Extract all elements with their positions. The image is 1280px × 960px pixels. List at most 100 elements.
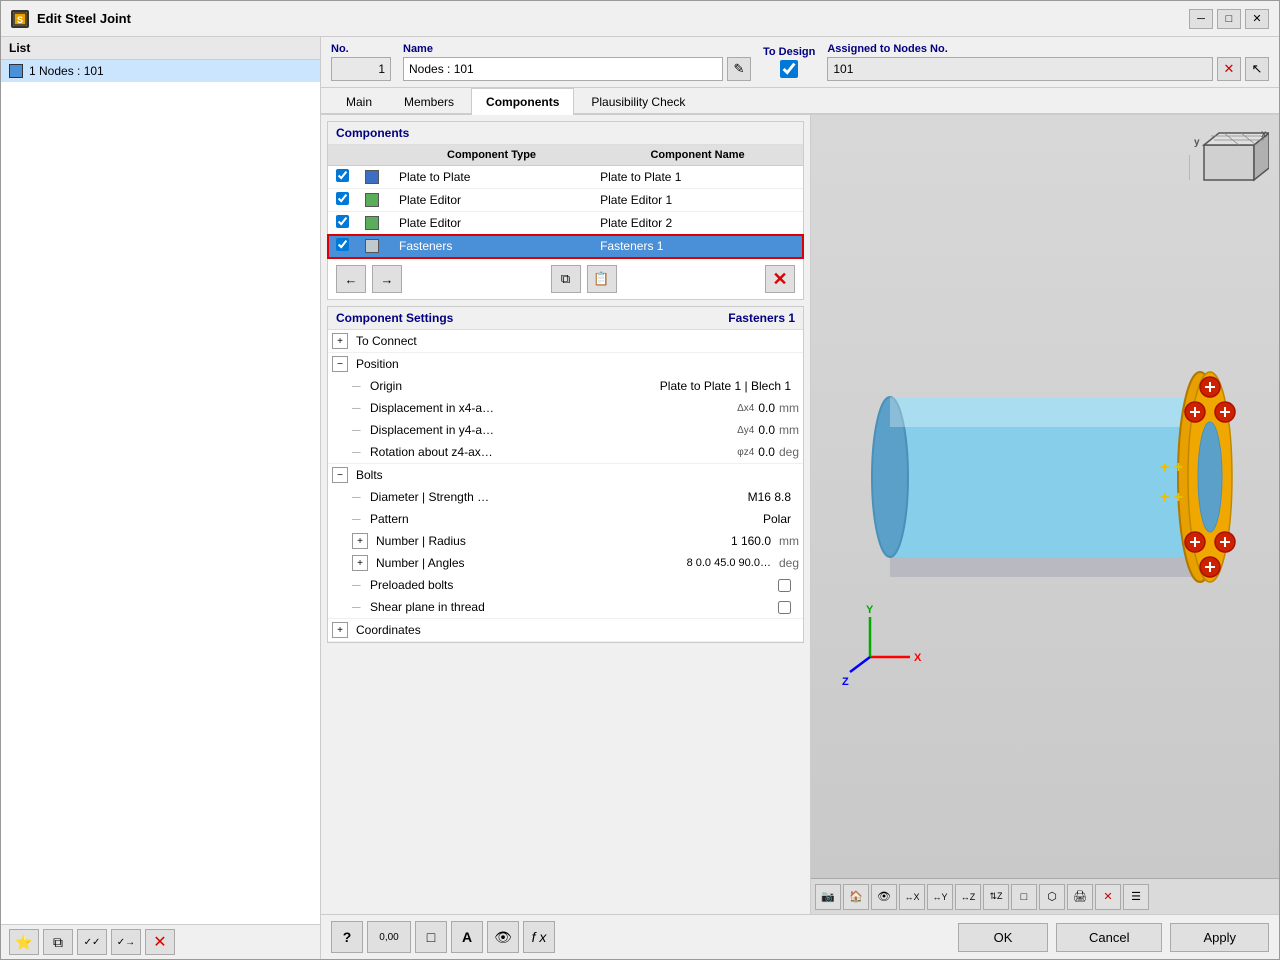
table-row[interactable]: Plate Editor Plate Editor 2 bbox=[328, 212, 803, 235]
list-item[interactable]: 1 Nodes : 101 bbox=[1, 60, 320, 82]
move-left-button[interactable]: ← bbox=[336, 265, 366, 293]
help-button[interactable]: ? bbox=[331, 921, 363, 953]
bottom-left: ? 0,00 □ A 👁 f x bbox=[331, 921, 555, 953]
row1-checkbox[interactable] bbox=[336, 169, 349, 182]
bottom-bar: ? 0,00 □ A 👁 f x OK Cancel Apply bbox=[321, 914, 1279, 959]
number-radius-toggle[interactable]: + bbox=[352, 533, 368, 549]
tab-plausibility[interactable]: Plausibility Check bbox=[576, 88, 700, 115]
settings-header: Component Settings Fasteners 1 bbox=[328, 307, 803, 330]
vp-btn-8[interactable]: □ bbox=[1011, 884, 1037, 910]
bolts-row[interactable]: − Bolts bbox=[328, 464, 803, 486]
name-field[interactable] bbox=[403, 57, 723, 81]
to-connect-row[interactable]: + To Connect bbox=[328, 330, 803, 352]
no-field[interactable] bbox=[331, 57, 391, 81]
table-row[interactable]: Plate to Plate Plate to Plate 1 bbox=[328, 166, 803, 189]
assigned-field[interactable] bbox=[827, 57, 1213, 81]
preloaded-checkbox[interactable] bbox=[778, 579, 791, 592]
col-name-header: Component Name bbox=[592, 145, 803, 166]
vp-btn-7[interactable]: ⇅Z bbox=[983, 884, 1009, 910]
disp-x-symbol: Δx4 bbox=[737, 403, 754, 414]
position-toggle[interactable]: − bbox=[332, 356, 348, 372]
preloaded-label: Preloaded bolts bbox=[366, 578, 778, 592]
number-angles-toggle[interactable]: + bbox=[352, 555, 368, 571]
row3-type: Plate Editor bbox=[391, 212, 592, 235]
pick-node-button[interactable]: ↖ bbox=[1245, 57, 1269, 81]
svg-text:+ +: + + bbox=[1160, 489, 1183, 506]
form-row: No. Name ✎ To Design Assigned to Nodes N… bbox=[321, 37, 1279, 88]
text-button[interactable]: A bbox=[451, 921, 483, 953]
add-item-button[interactable]: ⭐ bbox=[9, 929, 39, 955]
save-comp-button[interactable]: 📋 bbox=[587, 265, 617, 293]
ok-button[interactable]: OK bbox=[958, 923, 1048, 952]
minimize-button[interactable]: ─ bbox=[1189, 9, 1213, 29]
vp-btn-9[interactable]: ⬡ bbox=[1039, 884, 1065, 910]
row2-checkbox[interactable] bbox=[336, 192, 349, 205]
coordinates-row[interactable]: + Coordinates bbox=[328, 619, 803, 641]
number-radius-value: 1 160.0 bbox=[731, 534, 775, 548]
shear-plane-checkbox[interactable] bbox=[778, 601, 791, 614]
col-type-header: Component Type bbox=[391, 145, 592, 166]
row3-checkbox[interactable] bbox=[336, 215, 349, 228]
to-design-checkbox[interactable] bbox=[780, 60, 798, 78]
table-row[interactable]: Fasteners Fasteners 1 bbox=[328, 235, 803, 258]
disp-x-label: Displacement in x4-a… bbox=[366, 401, 733, 415]
tab-members[interactable]: Members bbox=[389, 88, 469, 115]
vp-btn-4[interactable]: ↔X bbox=[899, 884, 925, 910]
number-angles-row[interactable]: + Number | Angles 8 0.0 45.0 90.0… deg bbox=[328, 552, 803, 574]
number-radius-row[interactable]: + Number | Radius 1 160.0 mm bbox=[328, 530, 803, 552]
number-radius-label: Number | Radius bbox=[372, 534, 731, 548]
delete-item-button[interactable]: ✕ bbox=[145, 929, 175, 955]
vp-btn-11[interactable]: ✕ bbox=[1095, 884, 1121, 910]
number-angles-value: 8 0.0 45.0 90.0… bbox=[687, 557, 775, 569]
row1-type: Plate to Plate bbox=[391, 166, 592, 189]
vp-btn-10[interactable]: 🖨 bbox=[1067, 884, 1093, 910]
square-button[interactable]: □ bbox=[415, 921, 447, 953]
maximize-button[interactable]: □ bbox=[1217, 9, 1241, 29]
list-item-color bbox=[9, 64, 23, 78]
apply-button[interactable]: Apply bbox=[1170, 923, 1269, 952]
settings-tree: + To Connect − Position bbox=[328, 330, 803, 642]
disp-y-symbol: Δy4 bbox=[737, 425, 754, 436]
vp-btn-1[interactable]: 📷 bbox=[815, 884, 841, 910]
tab-components[interactable]: Components bbox=[471, 88, 574, 115]
eye-button[interactable]: 👁 bbox=[487, 921, 519, 953]
to-connect-toggle[interactable]: + bbox=[332, 333, 348, 349]
num-button[interactable]: 0,00 bbox=[367, 921, 411, 953]
cancel-button[interactable]: Cancel bbox=[1056, 923, 1162, 952]
vp-btn-3[interactable]: 👁 bbox=[871, 884, 897, 910]
to-connect-label: To Connect bbox=[352, 334, 799, 348]
coordinates-toggle[interactable]: + bbox=[332, 622, 348, 638]
copy-item-button[interactable]: ⧉ bbox=[43, 929, 73, 955]
fx-button[interactable]: f x bbox=[523, 921, 555, 953]
vp-btn-12[interactable]: ☰ bbox=[1123, 884, 1149, 910]
disp-y-value: 0.0 bbox=[758, 423, 775, 437]
svg-text:y: y bbox=[1194, 137, 1200, 148]
position-row[interactable]: − Position bbox=[328, 353, 803, 375]
preloaded-row: ─ Preloaded bolts bbox=[328, 574, 803, 596]
row4-checkbox[interactable] bbox=[336, 238, 349, 251]
delete-comp-button[interactable]: ✕ bbox=[765, 265, 795, 293]
tab-main[interactable]: Main bbox=[331, 88, 387, 115]
pattern-row: ─ Pattern Polar bbox=[328, 508, 803, 530]
vp-btn-6[interactable]: ↔Z bbox=[955, 884, 981, 910]
cube-nav[interactable]: y x bbox=[1189, 125, 1269, 205]
copy-comp-button[interactable]: ⧉ bbox=[551, 265, 581, 293]
right-area: No. Name ✎ To Design Assigned to Nodes N… bbox=[321, 37, 1279, 959]
diameter-value: M16 8.8 bbox=[748, 490, 799, 504]
close-button[interactable]: ✕ bbox=[1245, 9, 1269, 29]
check-arrow-button[interactable]: ✓→ bbox=[111, 929, 141, 955]
edit-name-button[interactable]: ✎ bbox=[727, 57, 751, 81]
shear-plane-row: ─ Shear plane in thread bbox=[328, 596, 803, 618]
move-right-button[interactable]: → bbox=[372, 265, 402, 293]
table-row[interactable]: Plate Editor Plate Editor 1 bbox=[328, 189, 803, 212]
clear-assigned-button[interactable]: ✕ bbox=[1217, 57, 1241, 81]
window-title: Edit Steel Joint bbox=[37, 11, 131, 26]
bolts-toggle[interactable]: − bbox=[332, 467, 348, 483]
vp-btn-2[interactable]: 🏠 bbox=[843, 884, 869, 910]
to-design-label: To Design bbox=[763, 46, 815, 58]
svg-text:S: S bbox=[17, 15, 23, 25]
vp-btn-5[interactable]: ↔Y bbox=[927, 884, 953, 910]
coordinates-group: + Coordinates bbox=[328, 619, 803, 642]
check-check-button[interactable]: ✓✓ bbox=[77, 929, 107, 955]
components-section: Components Component Type Component Name bbox=[327, 121, 804, 300]
